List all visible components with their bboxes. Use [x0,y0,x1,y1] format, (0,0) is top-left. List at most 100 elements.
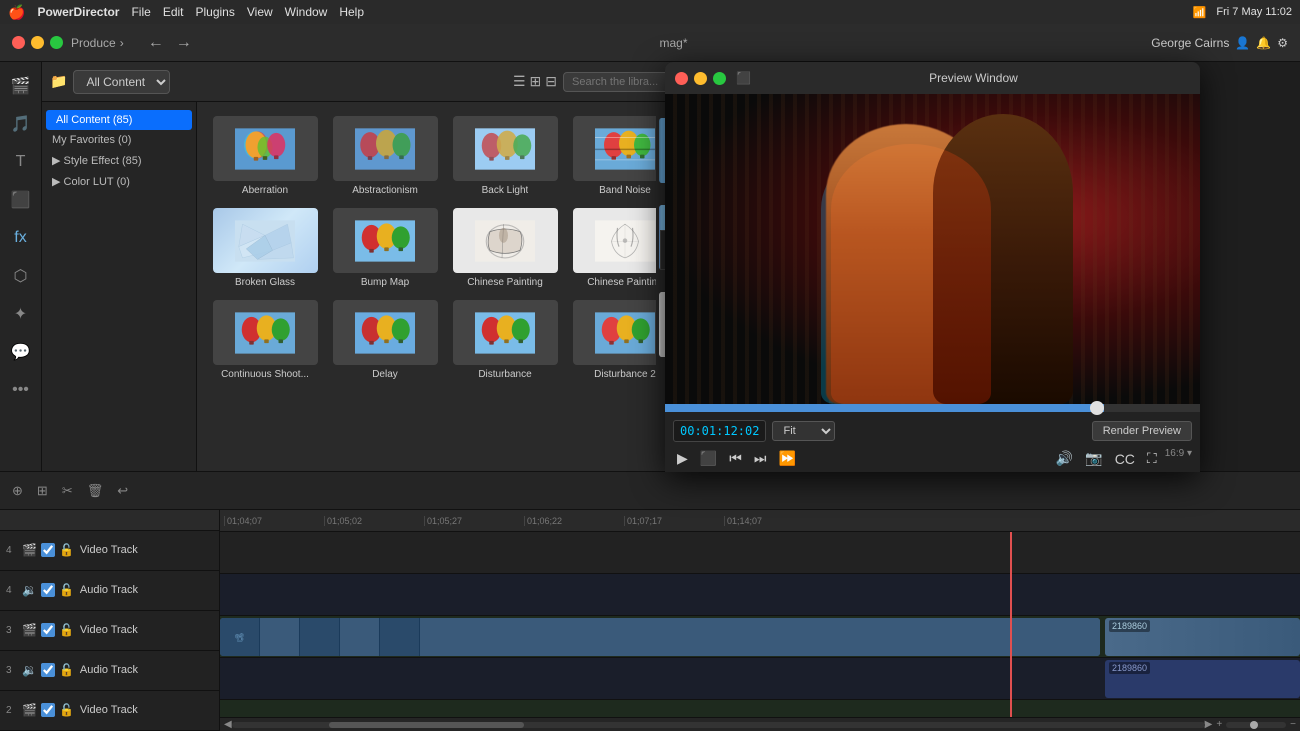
volume-button[interactable]: 🔊 [1052,448,1077,469]
playhead[interactable] [1010,532,1012,717]
menu-help[interactable]: Help [339,5,364,19]
minimize-button[interactable] [31,36,44,49]
render-preview-button[interactable]: Render Preview [1092,421,1192,441]
sidebar-subtitle-icon[interactable]: 💬 [5,336,37,368]
maximize-button[interactable] [50,36,63,49]
fast-forward-button[interactable]: ⏩ [774,448,799,469]
track-num-video3: 3 [6,625,18,636]
menu-items: File Edit Plugins View Window Help [131,5,364,19]
effect-chinesepainting2-label: Chinese Painting [587,277,656,288]
settings-icon[interactable]: ⚙ [1277,36,1288,50]
audio-clip-1[interactable]: 2189860 [1105,660,1300,698]
sidebar-text-icon[interactable]: T [5,146,37,178]
view-mode-icon[interactable]: ⊞ [530,73,542,90]
track-lock-audio3[interactable]: 🔓 [59,663,74,677]
track-num-video2: 2 [6,705,18,716]
step-back-button[interactable]: ⏮ [725,448,746,469]
scroll-left-button[interactable]: ◀ [224,719,232,730]
close-button[interactable] [12,36,25,49]
stop-button[interactable]: ⬛ [696,448,721,469]
effect-aberration[interactable]: Aberration [205,110,325,202]
effect-brokenglass[interactable]: Broken Glass [205,202,325,294]
menu-plugins[interactable]: Plugins [196,5,235,19]
sidebar-music-icon[interactable]: 🎵 [5,108,37,140]
traffic-lights [12,36,63,49]
sidebar-effects-icon[interactable]: fx [5,222,37,254]
menu-view[interactable]: View [247,5,273,19]
track-lock-video4[interactable]: 🔓 [59,543,74,557]
effect-continuousshoot[interactable]: Continuous Shoot... [205,294,325,386]
menu-window[interactable]: Window [285,5,328,19]
preview-scrub-handle[interactable] [1090,401,1104,415]
track-visibility-audio4[interactable] [41,583,55,597]
timeline-undo-button[interactable]: ↩ [113,481,132,501]
preview-titlebar: ⬛ Preview Window [665,62,1200,94]
library-body: All Content (85) My Favorites (0) ▶ Styl… [42,102,711,471]
category-favorites[interactable]: My Favorites (0) [42,130,196,150]
notifications-icon[interactable]: 🔔 [1256,36,1271,50]
back-button[interactable]: ← [144,32,168,54]
zoom-slider[interactable] [1226,722,1286,728]
track-lock-video3[interactable]: 🔓 [59,623,74,637]
timeline-add-track-button[interactable]: ⊕ [8,481,27,501]
track-visibility-audio3[interactable] [41,663,55,677]
forward-button[interactable]: → [172,32,196,54]
app-name: PowerDirector [37,5,119,19]
track-lock-audio4[interactable]: 🔓 [59,583,74,597]
sidebar-motion-icon[interactable]: ✦ [5,298,37,330]
video-clip-2[interactable]: 2189860 [1105,618,1300,656]
preview-expand-button[interactable] [713,72,726,85]
effect-bumpmap[interactable]: Bump Map [325,202,445,294]
subtitle-button[interactable]: CC [1111,448,1139,469]
sidebar-pip-icon[interactable]: ⬛ [5,184,37,216]
timeline-fit-button[interactable]: ⊞ [33,481,52,501]
category-all-content[interactable]: All Content (85) [46,110,192,130]
anaglyph-red [831,144,991,404]
library-folder-btn[interactable]: 📁 [50,73,67,90]
fullscreen-button[interactable]: ⛶ [1143,448,1161,469]
fit-dropdown[interactable]: Fit 50% 100% [772,421,835,441]
video-clip-1[interactable]: 📽 [220,618,1100,656]
effect-chinesepainting1[interactable]: Chinese Painting [445,202,565,294]
breadcrumb-produce[interactable]: Produce [71,36,116,50]
snapshot-button[interactable]: 📷 [1081,448,1106,469]
effect-chinesepainting2[interactable]: Chinese Painting [565,202,656,294]
preview-close-button[interactable] [675,72,688,85]
filter-icon[interactable]: ☰ [513,73,526,90]
menu-edit[interactable]: Edit [163,5,184,19]
track-visibility-video4[interactable] [41,543,55,557]
track-visibility-video3[interactable] [41,623,55,637]
view-grid-icon[interactable]: ⊟ [545,73,557,90]
category-style-effect[interactable]: ▶ Style Effect (85) [42,150,196,171]
timeline-split-button[interactable]: ✂ [58,481,77,501]
effect-disturbance2[interactable]: Disturbance 2 [565,294,656,386]
sidebar-media-icon[interactable]: 🎬 [5,70,37,102]
content-dropdown[interactable]: All Content [73,70,170,94]
menu-file[interactable]: File [131,5,150,19]
scrollbar-thumb[interactable] [329,722,524,728]
preview-window: ⬛ Preview Window 00:01:12:02 Fit 50 [665,62,1200,472]
effect-abstractionism[interactable]: Abstractionism [325,110,445,202]
timeline-delete-button[interactable]: 🗑 [83,481,108,501]
step-forward-button[interactable]: ⏭ [750,448,771,469]
play-button[interactable]: ▶ [673,448,692,469]
effect-backlight[interactable]: Back Light [445,110,565,202]
effect-disturbance[interactable]: Disturbance [445,294,565,386]
scroll-right-button[interactable]: ▶ [1205,719,1213,730]
effect-bandnoise[interactable]: Band Noise [565,110,656,202]
sidebar-more-icon[interactable]: ••• [5,374,37,406]
track-header-video2: 2 🎬 🔓 Video Track [0,691,219,731]
preview-minimize-button[interactable] [694,72,707,85]
track-visibility-video2[interactable] [41,703,55,717]
zoom-in-button[interactable]: + [1216,719,1222,730]
preview-scrubbar[interactable] [665,404,1200,412]
track-lock-video2[interactable]: 🔓 [59,703,74,717]
zoom-out-button[interactable]: − [1290,719,1296,730]
category-color-lut[interactable]: ▶ Color LUT (0) [42,171,196,192]
sidebar-transition-icon[interactable]: ⬡ [5,260,37,292]
apple-menu[interactable]: 🍎 [8,4,25,21]
zoom-handle[interactable] [1250,721,1258,729]
effect-delay[interactable]: Delay [325,294,445,386]
user-icon[interactable]: 👤 [1235,36,1250,50]
preview-popout-button[interactable]: ⬛ [736,71,751,85]
